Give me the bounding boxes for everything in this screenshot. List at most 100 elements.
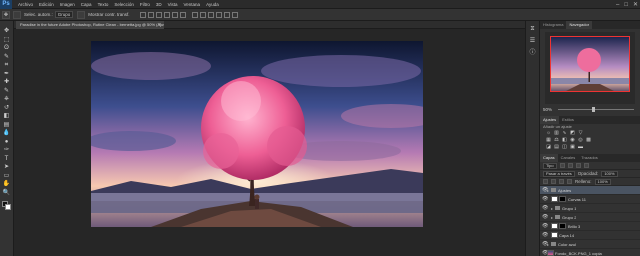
layer-thumbnail[interactable] [551, 223, 558, 229]
lasso-icon[interactable]: ʘ [2, 44, 12, 52]
shape-icon[interactable]: ▭ [2, 172, 12, 180]
maximize-button[interactable]: □ [624, 2, 628, 8]
threshold-icon[interactable]: ◫ [562, 145, 567, 150]
distribute-top-icon[interactable] [191, 11, 198, 18]
align-vcenter-icon[interactable] [147, 11, 154, 18]
visibility-eye-icon[interactable]: 👁 [542, 231, 548, 240]
black-white-icon[interactable]: ◧ [562, 138, 567, 143]
transform-controls-checkbox[interactable] [77, 10, 86, 19]
layer-kind-filter[interactable]: Tipo [543, 162, 557, 169]
distribute-bottom-icon[interactable] [207, 11, 214, 18]
tab-histogram[interactable]: Histograma [540, 21, 566, 29]
layer-mask-thumbnail[interactable] [559, 223, 566, 229]
auto-select-dropdown[interactable]: Grupo [54, 11, 74, 18]
background-color-swatch[interactable] [4, 203, 11, 210]
visibility-eye-icon[interactable]: 👁 [542, 222, 548, 231]
menu-item-8[interactable]: Vista [165, 2, 181, 7]
vibrance-icon[interactable]: ▽ [578, 131, 583, 136]
move-tool-preset-icon[interactable]: ✥ [2, 10, 10, 19]
zoom-value[interactable]: 50% [543, 107, 555, 112]
posterize-icon[interactable]: ▤ [554, 145, 559, 150]
channel-mixer-icon[interactable]: ◎ [578, 138, 583, 143]
menu-item-5[interactable]: Selección [111, 2, 137, 7]
filter-type-icon[interactable] [575, 163, 581, 168]
lock-transparent-icon[interactable] [543, 179, 548, 184]
distribute-right-icon[interactable] [231, 11, 238, 18]
eyedropper-icon[interactable]: ✒ [2, 70, 12, 78]
exposure-icon[interactable]: ◩ [570, 131, 575, 136]
zoom-icon[interactable]: 🔍 [2, 189, 12, 197]
gradient-map-icon[interactable]: ▬ [578, 145, 583, 150]
path-select-icon[interactable]: ➤ [2, 163, 12, 171]
history-panel-icon[interactable]: ⧖ [528, 25, 537, 33]
document-canvas-image[interactable] [91, 41, 423, 227]
lock-position-icon[interactable] [559, 179, 564, 184]
selective-color-icon[interactable]: ▣ [570, 145, 575, 150]
close-window-button[interactable]: ✕ [633, 1, 638, 8]
color-balance-icon[interactable]: ⚖ [554, 138, 559, 143]
layer-row[interactable]: 👁 ▸ Grupo 2 [540, 213, 640, 222]
menu-item-3[interactable]: Capa [78, 2, 95, 7]
curves-icon[interactable]: ∿ [562, 131, 567, 136]
menu-item-4[interactable]: Texto [95, 2, 112, 7]
distribute-vcenter-icon[interactable] [199, 11, 206, 18]
move-icon[interactable]: ✥ [2, 27, 12, 35]
crop-icon[interactable]: ⌗ [2, 61, 12, 69]
minimize-button[interactable]: – [616, 2, 619, 8]
tab-adjustments[interactable]: Ajustes [540, 116, 560, 124]
stamp-icon[interactable]: ⎈ [2, 95, 12, 103]
healing-icon[interactable]: ✚ [2, 78, 12, 86]
menu-item-0[interactable]: Archivo [15, 2, 36, 7]
filter-pixel-icon[interactable] [559, 163, 565, 168]
zoom-slider[interactable] [558, 107, 634, 112]
visibility-eye-icon[interactable]: 👁 [542, 195, 548, 204]
visibility-eye-icon[interactable]: 👁 [542, 204, 548, 213]
navigator-view-box[interactable] [550, 36, 630, 92]
layer-row[interactable]: 👁 ▸ Grupo 1 [540, 204, 640, 213]
eraser-icon[interactable]: ◧ [2, 112, 12, 120]
filter-shape-icon[interactable] [583, 163, 589, 168]
menu-item-7[interactable]: 3D [153, 2, 165, 7]
levels-icon[interactable]: ▥ [554, 131, 559, 136]
quick-select-icon[interactable]: ✎ [2, 53, 12, 61]
layer-row[interactable]: 👁 Fondo_BCK.PNG_1 copia [540, 249, 640, 256]
fill-field[interactable]: 100% [594, 178, 611, 185]
tab-navigator[interactable]: Navegador [566, 21, 593, 29]
tab-channels[interactable]: Canales [558, 154, 579, 162]
invert-icon[interactable]: ◪ [546, 145, 551, 150]
lock-pixels-icon[interactable] [551, 179, 556, 184]
properties-panel-icon[interactable]: ☰ [528, 37, 537, 45]
pen-icon[interactable]: ✑ [2, 146, 12, 154]
visibility-eye-icon[interactable]: 👁 [542, 213, 548, 222]
tab-paths[interactable]: Trazados [578, 154, 601, 162]
tab-styles[interactable]: Estilos [559, 116, 577, 124]
photo-filter-icon[interactable]: ◉ [570, 138, 575, 143]
align-bottom-icon[interactable] [155, 11, 162, 18]
menu-item-6[interactable]: Filtro [137, 2, 153, 7]
menu-item-2[interactable]: Imagen [57, 2, 78, 7]
layer-row[interactable]: 👁 Curvas 11 [540, 195, 640, 204]
color-swatches[interactable] [1, 200, 12, 211]
blur-icon[interactable]: 💧 [2, 129, 12, 137]
align-right-icon[interactable] [179, 11, 186, 18]
align-top-icon[interactable] [139, 11, 146, 18]
history-brush-icon[interactable]: ↺ [2, 104, 12, 112]
zoom-slider-knob[interactable] [592, 107, 596, 112]
layer-row[interactable]: 👁 Brillo 3 [540, 222, 640, 231]
hand-icon[interactable]: ✋ [2, 180, 12, 188]
lock-all-icon[interactable] [567, 179, 572, 184]
align-hcenter-icon[interactable] [171, 11, 178, 18]
layer-thumbnail[interactable] [551, 232, 558, 238]
tab-layers[interactable]: Capas [540, 154, 558, 162]
close-document-icon[interactable]: × [158, 21, 161, 29]
menu-item-9[interactable]: Ventana [181, 2, 204, 7]
gradient-icon[interactable]: ▤ [2, 121, 12, 129]
opacity-field[interactable]: 100% [601, 170, 618, 177]
layer-row[interactable]: 👁 ▸ Ajustes [540, 186, 640, 195]
color-lookup-icon[interactable]: ▩ [586, 138, 591, 143]
layer-mask-thumbnail[interactable] [559, 196, 566, 202]
info-panel-icon[interactable]: ⓘ [528, 49, 537, 57]
brush-icon[interactable]: ✎ [2, 87, 12, 95]
navigator-thumbnail[interactable] [545, 32, 635, 104]
marquee-icon[interactable]: ⬚ [2, 36, 12, 44]
